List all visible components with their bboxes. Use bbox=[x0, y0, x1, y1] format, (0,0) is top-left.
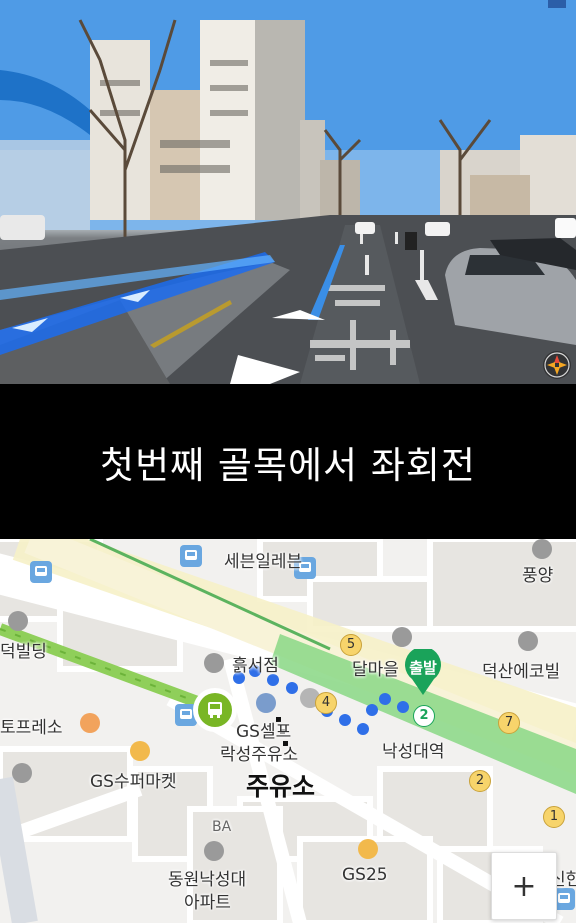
bus-stop-icon[interactable] bbox=[30, 561, 52, 583]
turn-instruction-banner: 첫번째 골목에서 좌회전 bbox=[0, 384, 576, 539]
route-step-2: 2 bbox=[413, 705, 435, 727]
label-dongwon-apt-line1: 동원낙성대 bbox=[168, 870, 247, 890]
label-gs-self: GS셀프 bbox=[236, 722, 292, 742]
label-seven-eleven: 세븐일레븐 bbox=[224, 552, 303, 572]
label-ba: BA bbox=[212, 819, 232, 835]
street-view-panorama[interactable] bbox=[0, 0, 576, 384]
building-icon bbox=[532, 539, 552, 559]
label-pungyang: 풍양 bbox=[522, 566, 554, 586]
street-scene bbox=[0, 0, 576, 384]
zoom-in-button[interactable]: + bbox=[491, 852, 557, 920]
compass-icon[interactable] bbox=[543, 351, 571, 379]
label-gas-station: 주유소 bbox=[246, 772, 316, 801]
label-nakseongdae-station: 낙성대역 bbox=[382, 742, 445, 762]
street-view-corner-badge bbox=[548, 0, 566, 8]
label-espresso: 토프레소 bbox=[0, 718, 63, 738]
subway-exit-4[interactable]: 4 bbox=[315, 692, 337, 714]
place-icon bbox=[204, 653, 224, 673]
label-gs-supermarket: GS수퍼마켓 bbox=[90, 772, 177, 792]
convenience-store-icon bbox=[358, 839, 378, 859]
label-gs25: GS25 bbox=[342, 865, 388, 885]
shop-icon bbox=[130, 741, 150, 761]
current-bus-stop-marker[interactable] bbox=[193, 688, 237, 732]
label-nakseong-gas-station: 락성주유소 bbox=[220, 745, 299, 765]
cafe-icon bbox=[80, 713, 100, 733]
route-map[interactable]: 5 4 7 2 1 세븐일레븐 풍양 덕빌딩 흙서점 달마을 덕산에코빌 토프레… bbox=[0, 539, 576, 923]
label-dalmamaeul: 달마을 bbox=[352, 660, 399, 680]
start-marker[interactable]: 출발 bbox=[398, 649, 448, 697]
label-deokbilding: 덕빌딩 bbox=[0, 642, 47, 662]
label-dongwon-apt-line2: 아파트 bbox=[184, 893, 231, 913]
bus-stop-icon[interactable] bbox=[180, 545, 202, 567]
bus-icon bbox=[198, 693, 232, 727]
building-icon bbox=[204, 841, 224, 861]
turn-instruction-text: 첫번째 골목에서 좌회전 bbox=[100, 443, 476, 487]
subway-exit-1[interactable]: 1 bbox=[543, 806, 565, 828]
subway-exit-2[interactable]: 2 bbox=[469, 770, 491, 792]
building-icon bbox=[12, 763, 32, 783]
label-deoksan-ecobil: 덕산에코빌 bbox=[482, 662, 561, 682]
building-icon bbox=[518, 631, 538, 651]
building-icon bbox=[8, 611, 28, 631]
subway-exit-5[interactable]: 5 bbox=[340, 634, 362, 656]
subway-exit-7[interactable]: 7 bbox=[498, 712, 520, 734]
label-heukseojeom: 흙서점 bbox=[232, 656, 279, 676]
gas-station-icon bbox=[256, 693, 276, 713]
place-icon bbox=[392, 627, 412, 647]
start-marker-label: 출발 bbox=[409, 659, 437, 677]
